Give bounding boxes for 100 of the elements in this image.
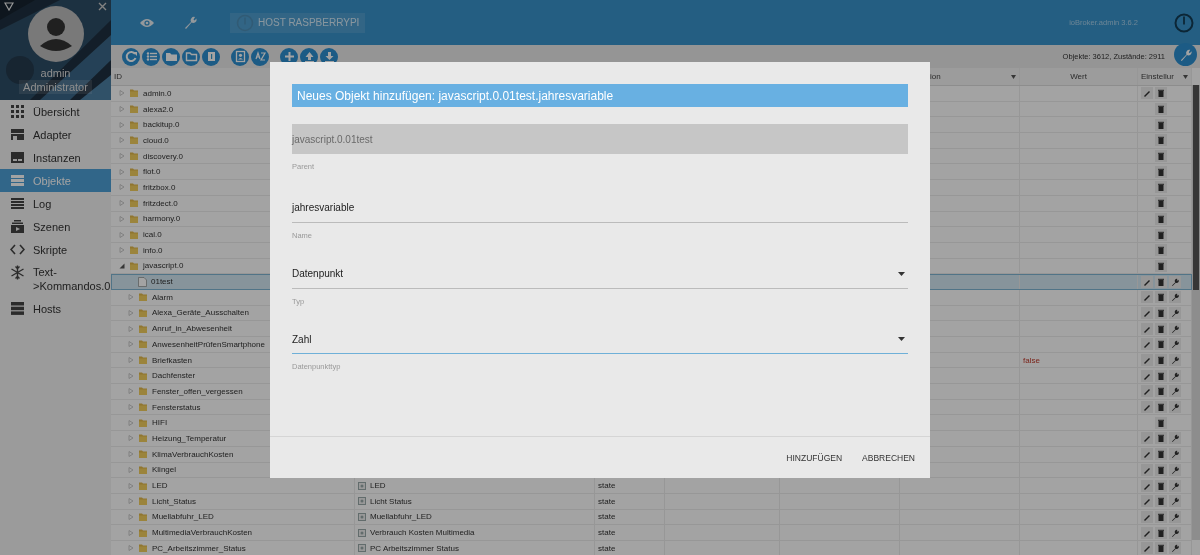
delete-button[interactable] bbox=[1155, 354, 1167, 367]
wrench-button[interactable] bbox=[1169, 542, 1181, 555]
delete-button[interactable] bbox=[1155, 338, 1167, 351]
wrench-button[interactable] bbox=[1169, 401, 1181, 414]
filter-caret-icon[interactable] bbox=[1183, 74, 1188, 79]
edit-button[interactable] bbox=[1141, 322, 1153, 335]
table-row[interactable]: PC_Arbeitszimmer_Status PC Arbeitszimmer Status state bbox=[111, 540, 1192, 555]
delete-button[interactable] bbox=[1155, 150, 1167, 163]
folder-button[interactable] bbox=[162, 47, 180, 66]
wrench-button[interactable] bbox=[1169, 479, 1181, 492]
wrench-button[interactable] bbox=[1169, 291, 1181, 304]
column-header[interactable]: Einstellur bbox=[1141, 72, 1174, 81]
settings-button[interactable] bbox=[1174, 43, 1197, 66]
delete-button[interactable] bbox=[1155, 479, 1167, 492]
contact-button[interactable] bbox=[231, 47, 249, 66]
delete-button[interactable] bbox=[1155, 369, 1167, 382]
wrench-button[interactable] bbox=[1169, 369, 1181, 382]
edit-button[interactable] bbox=[1141, 291, 1153, 304]
delete-button[interactable] bbox=[1155, 165, 1167, 178]
info-square-button[interactable] bbox=[202, 47, 220, 66]
delete-button[interactable] bbox=[1155, 432, 1167, 445]
wrench-button[interactable] bbox=[1169, 354, 1181, 367]
dropdown-field[interactable]: Datenpunkt bbox=[292, 259, 908, 289]
edit-button[interactable] bbox=[1141, 510, 1153, 523]
add-button[interactable]: HINZUFÜGEN bbox=[779, 446, 850, 469]
delete-button[interactable] bbox=[1155, 118, 1167, 131]
table-row[interactable]: Licht_Status Licht Status state bbox=[111, 493, 1192, 510]
delete-button[interactable] bbox=[1155, 87, 1167, 100]
delete-button[interactable] bbox=[1155, 244, 1167, 257]
list-button[interactable] bbox=[142, 47, 160, 66]
delete-button[interactable] bbox=[1155, 134, 1167, 147]
edit-button[interactable] bbox=[1141, 526, 1153, 539]
filter-caret-icon[interactable] bbox=[1011, 74, 1016, 79]
wrench-button[interactable] bbox=[1169, 463, 1181, 476]
delete-button[interactable] bbox=[1155, 306, 1167, 319]
edit-button[interactable] bbox=[1141, 87, 1153, 100]
wrench-button[interactable] bbox=[1169, 338, 1181, 351]
edit-button[interactable] bbox=[1141, 354, 1153, 367]
delete-button[interactable] bbox=[1155, 322, 1167, 335]
wrench-button[interactable] bbox=[1169, 432, 1181, 445]
edit-button[interactable] bbox=[1141, 338, 1153, 351]
delete-button[interactable] bbox=[1155, 510, 1167, 523]
sidebar-item[interactable]: Instanzen bbox=[0, 146, 111, 169]
close-icon[interactable] bbox=[98, 2, 107, 11]
edit-button[interactable] bbox=[1141, 306, 1153, 319]
wrench-button[interactable] bbox=[1169, 322, 1181, 335]
wrench-button[interactable] bbox=[1169, 510, 1181, 523]
delete-button[interactable] bbox=[1155, 448, 1167, 461]
sidebar-item[interactable]: Adapter bbox=[0, 123, 111, 146]
delete-button[interactable] bbox=[1155, 181, 1167, 194]
delete-button[interactable] bbox=[1155, 416, 1167, 429]
dropdown-field[interactable]: Zahl bbox=[292, 325, 908, 354]
table-row[interactable]: Muellabfuhr_LED Muellabfuhr_LED state bbox=[111, 509, 1192, 526]
edit-button[interactable] bbox=[1141, 495, 1153, 508]
sort-az-button[interactable] bbox=[251, 47, 269, 66]
wrench-button[interactable] bbox=[1169, 385, 1181, 398]
edit-button[interactable] bbox=[1141, 401, 1153, 414]
delete-button[interactable] bbox=[1155, 291, 1167, 304]
delete-button[interactable] bbox=[1155, 197, 1167, 210]
column-header[interactable]: ion bbox=[930, 72, 941, 81]
column-header[interactable]: ID bbox=[114, 72, 122, 81]
edit-button[interactable] bbox=[1141, 432, 1153, 445]
refresh-button[interactable] bbox=[122, 47, 140, 66]
sidebar-item[interactable]: Szenen bbox=[0, 215, 111, 238]
sidebar-item[interactable]: Log bbox=[0, 192, 111, 215]
cancel-button[interactable]: ABBRECHEN bbox=[855, 446, 922, 469]
delete-button[interactable] bbox=[1155, 495, 1167, 508]
folder-outline-button[interactable] bbox=[182, 47, 200, 66]
delete-button[interactable] bbox=[1155, 259, 1167, 272]
collapse-arrow-icon[interactable] bbox=[119, 262, 125, 269]
sidebar-item[interactable]: Übersicht bbox=[0, 100, 111, 123]
delete-button[interactable] bbox=[1155, 212, 1167, 225]
table-row[interactable]: MultimediaVerbrauchKosten Verbrauch Kosten Multimedia state bbox=[111, 525, 1192, 541]
delete-button[interactable] bbox=[1155, 526, 1167, 539]
wrench-button[interactable] bbox=[1169, 448, 1181, 461]
column-header[interactable]: Wert bbox=[1070, 72, 1087, 81]
wrench-button[interactable] bbox=[1169, 495, 1181, 508]
wrench-button[interactable] bbox=[1169, 306, 1181, 319]
delete-button[interactable] bbox=[1155, 401, 1167, 414]
delete-button[interactable] bbox=[1155, 385, 1167, 398]
delete-button[interactable] bbox=[1155, 228, 1167, 241]
edit-button[interactable] bbox=[1141, 385, 1153, 398]
wrench-button[interactable] bbox=[1169, 275, 1181, 288]
edit-button[interactable] bbox=[1141, 463, 1153, 476]
sidebar-item[interactable]: Skripte bbox=[0, 238, 111, 261]
edit-button[interactable] bbox=[1141, 542, 1153, 555]
menu-triangle-icon[interactable] bbox=[4, 2, 14, 11]
sidebar-item[interactable]: Hosts bbox=[0, 297, 111, 320]
delete-button[interactable] bbox=[1155, 103, 1167, 116]
edit-button[interactable] bbox=[1141, 369, 1153, 382]
delete-button[interactable] bbox=[1155, 275, 1167, 288]
scrollbar[interactable] bbox=[1192, 85, 1200, 540]
wrench-button[interactable] bbox=[1169, 526, 1181, 539]
sidebar-item[interactable]: Text->Kommandos.0 bbox=[0, 261, 111, 297]
edit-button[interactable] bbox=[1141, 275, 1153, 288]
delete-button[interactable] bbox=[1155, 463, 1167, 476]
name-field[interactable]: jahresvariable bbox=[292, 193, 908, 223]
edit-button[interactable] bbox=[1141, 448, 1153, 461]
delete-button[interactable] bbox=[1155, 542, 1167, 555]
edit-button[interactable] bbox=[1141, 479, 1153, 492]
